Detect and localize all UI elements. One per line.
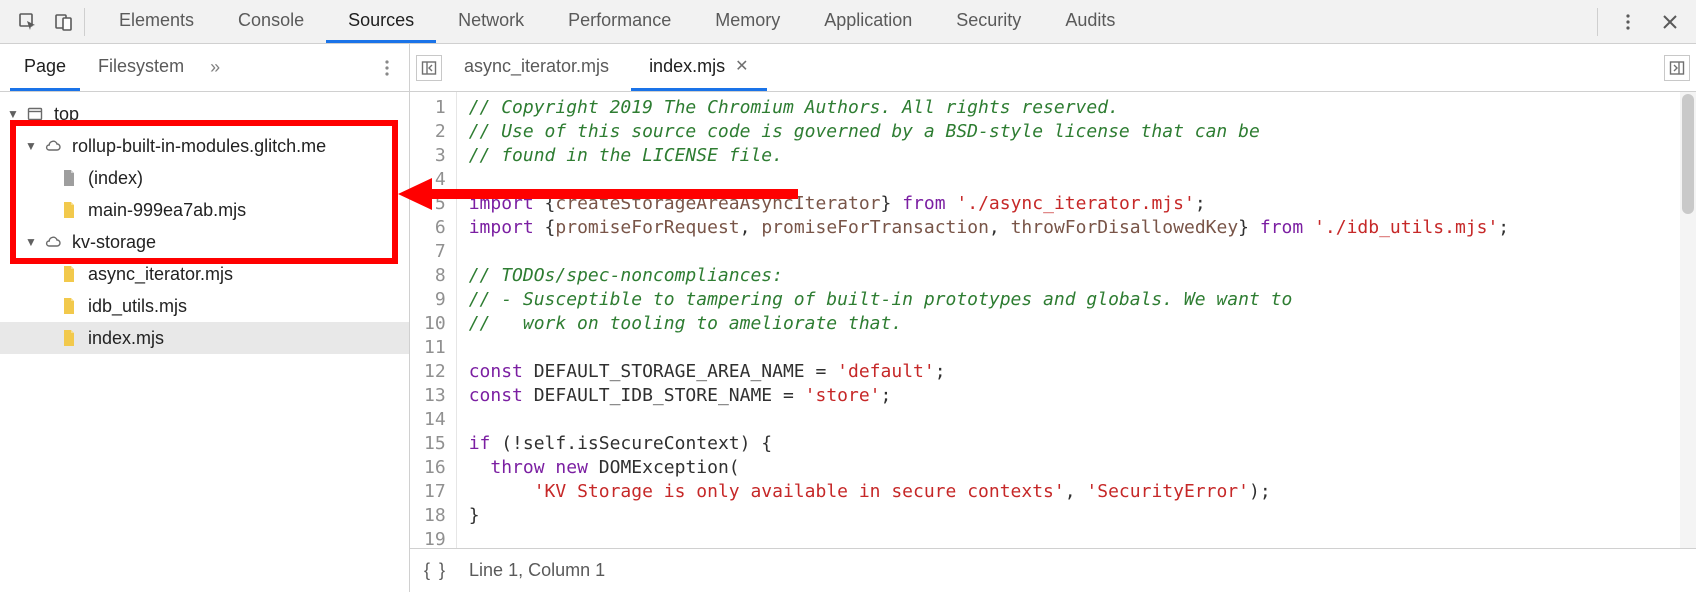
kebab-menu-icon[interactable] bbox=[1616, 10, 1640, 34]
editor-tab-index[interactable]: index.mjs ✕ bbox=[631, 44, 766, 91]
editor-pane: async_iterator.mjs index.mjs ✕ 123456789… bbox=[410, 44, 1696, 592]
file-tree: ▼ top ▼ rollup-built-in-modules.glitch.m… bbox=[0, 92, 409, 592]
line-number-gutter: 12345678910111213141516171819 bbox=[410, 92, 457, 548]
tab-label: index.mjs bbox=[649, 56, 725, 77]
tree-label: index.mjs bbox=[88, 328, 164, 349]
chevron-down-icon: ▼ bbox=[24, 139, 38, 153]
tab-audits[interactable]: Audits bbox=[1043, 0, 1137, 43]
tree-label: main-999ea7ab.mjs bbox=[88, 200, 246, 221]
navigator-tab-filesystem[interactable]: Filesystem bbox=[84, 44, 198, 91]
more-tabs-icon[interactable]: » bbox=[210, 57, 220, 78]
tree-label: (index) bbox=[88, 168, 143, 189]
divider bbox=[84, 8, 85, 36]
navigator-tab-page[interactable]: Page bbox=[10, 44, 80, 91]
navigator-sidebar: Page Filesystem » ▼ top ▼ rollup-built-i… bbox=[0, 44, 410, 592]
script-file-icon bbox=[58, 298, 80, 314]
editor-tabbar: async_iterator.mjs index.mjs ✕ bbox=[410, 44, 1696, 92]
device-toggle-icon[interactable] bbox=[52, 10, 76, 34]
editor-status-bar: { } Line 1, Column 1 bbox=[410, 548, 1696, 592]
tree-file-idb-utils[interactable]: idb_utils.mjs bbox=[0, 290, 409, 322]
scrollbar-thumb[interactable] bbox=[1682, 94, 1694, 214]
tree-label: async_iterator.mjs bbox=[88, 264, 233, 285]
navigator-tabs: Page Filesystem » bbox=[0, 44, 409, 92]
inspect-icon[interactable] bbox=[16, 10, 40, 34]
editor-tab-async-iterator[interactable]: async_iterator.mjs bbox=[446, 44, 627, 91]
tree-file-async-iterator[interactable]: async_iterator.mjs bbox=[0, 258, 409, 290]
tree-file-index-mjs[interactable]: index.mjs bbox=[0, 322, 409, 354]
tab-elements[interactable]: Elements bbox=[97, 0, 216, 43]
panel-tabs: Elements Console Sources Network Perform… bbox=[97, 0, 1137, 43]
code-content: // Copyright 2019 The Chromium Authors. … bbox=[457, 92, 1509, 548]
tab-network[interactable]: Network bbox=[436, 0, 546, 43]
script-file-icon bbox=[58, 330, 80, 346]
divider bbox=[1597, 8, 1598, 36]
tab-security[interactable]: Security bbox=[934, 0, 1043, 43]
tab-memory[interactable]: Memory bbox=[693, 0, 802, 43]
tab-sources[interactable]: Sources bbox=[326, 0, 436, 43]
tree-label: rollup-built-in-modules.glitch.me bbox=[72, 136, 326, 157]
cursor-position: Line 1, Column 1 bbox=[469, 560, 605, 581]
tree-label: kv-storage bbox=[72, 232, 156, 253]
cloud-icon bbox=[42, 139, 64, 153]
chevron-down-icon: ▼ bbox=[24, 235, 38, 249]
script-file-icon bbox=[58, 266, 80, 282]
scrollbar-track[interactable] bbox=[1680, 92, 1696, 548]
tab-label: async_iterator.mjs bbox=[464, 56, 609, 77]
tree-node-domain[interactable]: ▼ rollup-built-in-modules.glitch.me bbox=[0, 130, 409, 162]
document-icon bbox=[58, 170, 80, 186]
tree-file-index[interactable]: (index) bbox=[0, 162, 409, 194]
tab-performance[interactable]: Performance bbox=[546, 0, 693, 43]
devtools-top-bar: Elements Console Sources Network Perform… bbox=[0, 0, 1696, 44]
cloud-icon bbox=[42, 235, 64, 249]
tree-label: idb_utils.mjs bbox=[88, 296, 187, 317]
chevron-down-icon: ▼ bbox=[6, 107, 20, 121]
tree-file-main[interactable]: main-999ea7ab.mjs bbox=[0, 194, 409, 226]
tab-console[interactable]: Console bbox=[216, 0, 326, 43]
pretty-print-button[interactable]: { } bbox=[424, 560, 447, 581]
script-file-icon bbox=[58, 202, 80, 218]
navigator-kebab-icon[interactable] bbox=[375, 56, 399, 80]
close-icon[interactable] bbox=[1658, 10, 1682, 34]
close-tab-icon[interactable]: ✕ bbox=[735, 56, 748, 76]
tree-label: top bbox=[54, 104, 79, 125]
frame-icon bbox=[24, 106, 46, 122]
tree-node-top[interactable]: ▼ top bbox=[0, 98, 409, 130]
tree-node-kv-storage[interactable]: ▼ kv-storage bbox=[0, 226, 409, 258]
code-editor[interactable]: 12345678910111213141516171819 // Copyrig… bbox=[410, 92, 1696, 548]
toggle-debugger-icon[interactable] bbox=[1664, 55, 1690, 81]
main-split: Page Filesystem » ▼ top ▼ rollup-built-i… bbox=[0, 44, 1696, 592]
toggle-navigator-icon[interactable] bbox=[416, 55, 442, 81]
tab-application[interactable]: Application bbox=[802, 0, 934, 43]
